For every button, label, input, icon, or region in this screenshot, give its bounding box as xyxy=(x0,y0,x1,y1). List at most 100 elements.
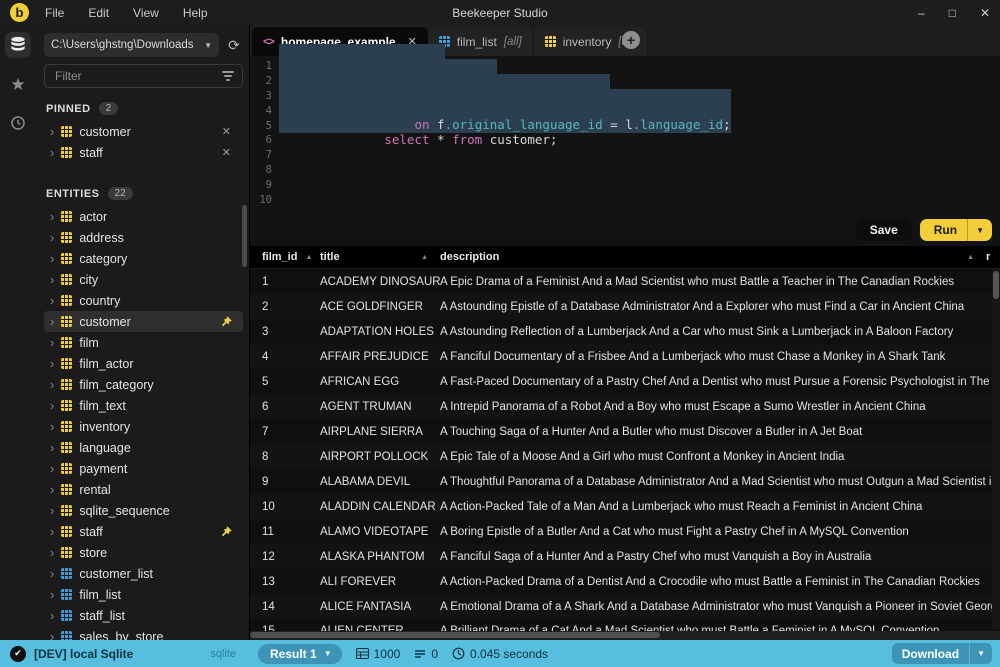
run-button[interactable]: Run ▼ xyxy=(920,219,992,241)
chevron-right-icon[interactable]: › xyxy=(50,588,54,601)
cell-description[interactable]: A Fanciful Documentary of a Frisbee And … xyxy=(440,351,1000,363)
sort-icon[interactable]: ▲ xyxy=(305,254,312,261)
cell-film-id[interactable]: 1 xyxy=(262,276,320,288)
database-tab-button[interactable] xyxy=(5,32,31,58)
database-path-dropdown[interactable]: C:\Users\ghstng\Downloads ▼ xyxy=(44,33,219,57)
entity-item[interactable]: › city xyxy=(44,269,243,290)
column-header-partial[interactable]: r xyxy=(986,251,1000,263)
entity-item[interactable]: › film_category xyxy=(44,374,243,395)
cell-title[interactable]: ALADDIN CALENDAR xyxy=(320,501,440,513)
column-header-title[interactable]: title ▲ xyxy=(320,251,440,263)
cell-film-id[interactable]: 6 xyxy=(262,401,320,413)
result-selector[interactable]: Result 1 ▼ xyxy=(258,644,342,664)
cell-description[interactable]: A Emotional Drama of a A Shark And a Dat… xyxy=(440,601,1000,613)
cell-film-id[interactable]: 4 xyxy=(262,351,320,363)
entity-item[interactable]: › language xyxy=(44,437,243,458)
table-row[interactable]: 6 AGENT TRUMAN A Intrepid Panorama of a … xyxy=(250,394,1000,419)
cell-film-id[interactable]: 8 xyxy=(262,451,320,463)
entity-item[interactable]: › inventory xyxy=(44,416,243,437)
chevron-right-icon[interactable]: › xyxy=(50,567,54,580)
chevron-right-icon[interactable]: › xyxy=(50,146,54,159)
cell-description[interactable]: A Action-Packed Tale of a Man And a Lumb… xyxy=(440,501,1000,513)
chevron-right-icon[interactable]: › xyxy=(50,546,54,559)
chevron-right-icon[interactable]: › xyxy=(50,609,54,622)
menu-item[interactable]: View xyxy=(133,6,159,20)
entity-item[interactable]: › store xyxy=(44,542,243,563)
cell-film-id[interactable]: 9 xyxy=(262,476,320,488)
entity-item[interactable]: › film xyxy=(44,332,243,353)
cell-title[interactable]: AGENT TRUMAN xyxy=(320,401,440,413)
cell-description[interactable]: A Astounding Reflection of a Lumberjack … xyxy=(440,326,1000,338)
save-button[interactable]: Save xyxy=(856,219,912,241)
table-row[interactable]: 5 AFRICAN EGG A Fast-Paced Documentary o… xyxy=(250,369,1000,394)
table-row[interactable]: 1 ACADEMY DINOSAUR A Epic Drama of a Fem… xyxy=(250,269,1000,294)
table-row[interactable]: 2 ACE GOLDFINGER A Astounding Epistle of… xyxy=(250,294,1000,319)
close-icon[interactable]: ✕ xyxy=(980,7,990,19)
cell-film-id[interactable]: 7 xyxy=(262,426,320,438)
table-row[interactable]: 10 ALADDIN CALENDAR A Action-Packed Tale… xyxy=(250,494,1000,519)
sql-editor[interactable]: 1 select * 2 from film f xyxy=(250,56,1000,246)
chevron-right-icon[interactable]: › xyxy=(50,420,54,433)
cell-description[interactable]: A Thoughtful Panorama of a Database Admi… xyxy=(440,476,1000,488)
maximize-icon[interactable]: □ xyxy=(949,7,956,19)
cell-title[interactable]: ADAPTATION HOLES xyxy=(320,326,440,338)
chevron-right-icon[interactable]: › xyxy=(50,630,54,640)
cell-title[interactable]: ALICE FANTASIA xyxy=(320,601,440,613)
cell-description[interactable]: A Fast-Paced Documentary of a Pastry Che… xyxy=(440,376,1000,388)
table-row[interactable]: 9 ALABAMA DEVIL A Thoughtful Panorama of… xyxy=(250,469,1000,494)
cell-film-id[interactable]: 14 xyxy=(262,601,320,613)
scrollbar-thumb[interactable] xyxy=(250,632,660,638)
cell-film-id[interactable]: 12 xyxy=(262,551,320,563)
scrollbar-thumb[interactable] xyxy=(993,271,999,299)
cell-title[interactable]: AIRPORT POLLOCK xyxy=(320,451,440,463)
chevron-right-icon[interactable]: › xyxy=(50,504,54,517)
entity-item[interactable]: › customer_list xyxy=(44,563,243,584)
pinned-item[interactable]: › customer ✕ xyxy=(44,121,243,142)
entity-item[interactable]: › payment xyxy=(44,458,243,479)
chevron-right-icon[interactable]: › xyxy=(50,294,54,307)
chevron-down-icon[interactable]: ▼ xyxy=(968,226,992,235)
cell-film-id[interactable]: 13 xyxy=(262,576,320,588)
entity-item[interactable]: › staff xyxy=(44,521,243,542)
table-row[interactable]: 14 ALICE FANTASIA A Emotional Drama of a… xyxy=(250,594,1000,619)
table-row[interactable]: 8 AIRPORT POLLOCK A Epic Tale of a Moose… xyxy=(250,444,1000,469)
cell-film-id[interactable]: 5 xyxy=(262,376,320,388)
cell-title[interactable]: ALABAMA DEVIL xyxy=(320,476,440,488)
cell-description[interactable]: A Epic Tale of a Moose And a Girl who mu… xyxy=(440,451,1000,463)
refresh-icon[interactable]: ⟳ xyxy=(225,37,243,54)
table-row[interactable]: 3 ADAPTATION HOLES A Astounding Reflecti… xyxy=(250,319,1000,344)
pin-icon[interactable] xyxy=(219,315,233,329)
cell-description[interactable]: A Touching Saga of a Hunter And a Butler… xyxy=(440,426,1000,438)
entity-item[interactable]: › film_text xyxy=(44,395,243,416)
table-row[interactable]: 11 ALAMO VIDEOTAPE A Boring Epistle of a… xyxy=(250,519,1000,544)
sort-icon[interactable]: ▲ xyxy=(421,254,428,261)
cell-title[interactable]: AIRPLANE SIERRA xyxy=(320,426,440,438)
chevron-right-icon[interactable]: › xyxy=(50,462,54,475)
close-icon[interactable]: ✕ xyxy=(222,125,231,138)
cell-title[interactable]: ACADEMY DINOSAUR xyxy=(320,276,440,288)
chevron-right-icon[interactable]: › xyxy=(50,357,54,370)
sort-icon[interactable]: ▲ xyxy=(967,254,974,261)
entity-item[interactable]: › film_list xyxy=(44,584,243,605)
table-row[interactable]: 4 AFFAIR PREJUDICE A Fanciful Documentar… xyxy=(250,344,1000,369)
entity-item[interactable]: › sqlite_sequence xyxy=(44,500,243,521)
cell-title[interactable]: ALAMO VIDEOTAPE xyxy=(320,526,440,538)
entity-item[interactable]: › category xyxy=(44,248,243,269)
cell-description[interactable]: A Intrepid Panorama of a Robot And a Boy… xyxy=(440,401,1000,413)
download-button[interactable]: Download ▼ xyxy=(892,643,992,664)
entity-item[interactable]: › sales_by_store xyxy=(44,626,243,640)
chevron-right-icon[interactable]: › xyxy=(50,273,54,286)
history-tab-button[interactable] xyxy=(5,110,31,136)
table-row[interactable]: 7 AIRPLANE SIERRA A Touching Saga of a H… xyxy=(250,419,1000,444)
entity-item[interactable]: › rental xyxy=(44,479,243,500)
chevron-right-icon[interactable]: › xyxy=(50,210,54,223)
close-icon[interactable]: ✕ xyxy=(222,146,231,159)
table-row[interactable]: 13 ALI FOREVER A Action-Packed Drama of … xyxy=(250,569,1000,594)
cell-film-id[interactable]: 2 xyxy=(262,301,320,313)
horizontal-scrollbar[interactable] xyxy=(250,631,1000,640)
pinned-item[interactable]: › staff ✕ xyxy=(44,142,243,163)
cell-description[interactable]: A Epic Drama of a Feminist And a Mad Sci… xyxy=(440,276,1000,288)
chevron-right-icon[interactable]: › xyxy=(50,441,54,454)
entity-item[interactable]: › customer xyxy=(44,311,243,332)
favorites-tab-button[interactable]: ★ xyxy=(5,71,31,97)
